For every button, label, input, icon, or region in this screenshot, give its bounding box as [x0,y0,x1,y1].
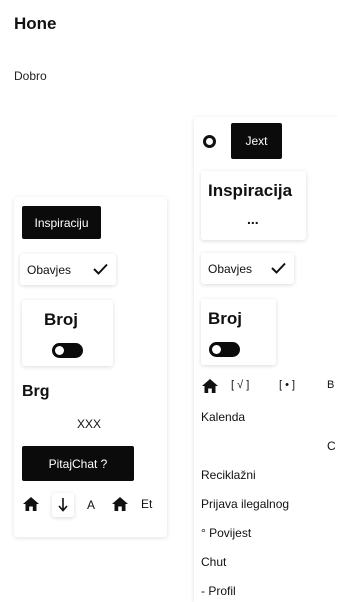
counter-toggle[interactable] [52,343,83,358]
next-button[interactable]: Jext [231,123,282,159]
section-title: Brg [22,383,50,400]
home-icon-secondary[interactable] [112,497,128,511]
menu-calendar[interactable]: Kalenda [201,410,245,424]
notifications-card[interactable]: Obavjes [20,254,116,285]
value-text: XXX [77,417,102,431]
down-arrow-icon [58,498,68,512]
greeting-text: Dobro [14,69,47,83]
notifications-card-right[interactable]: Obavjes [201,253,294,284]
right-panel: Jext Inspiracija ... Obavjes Broj [ √ ] … [194,117,338,602]
counter-title: Broj [44,310,78,329]
menu-profile[interactable]: - Profil [201,584,236,598]
counter-title-right: Broj [208,309,242,328]
nav-item-dot[interactable]: [ • ] [279,379,295,391]
home-icon-right[interactable] [202,379,218,393]
menu-c[interactable]: C [327,439,336,453]
nav-text-a[interactable]: A [87,498,95,512]
nav-item-check[interactable]: [ √ ] [231,379,249,391]
checkmark-icon-right [271,262,286,274]
down-arrow-button[interactable] [52,493,74,517]
menu-chat[interactable]: Chut [201,555,226,569]
counter-card: Broj [22,300,113,366]
notifications-label-right: Obavjes [208,262,253,276]
right-nav-row: [ √ ] [ • ] B [194,375,338,397]
nav-item-b[interactable]: B [327,379,334,391]
inspiration-card[interactable]: Inspiracija ... [201,171,306,240]
counter-toggle-right[interactable] [209,342,240,357]
nav-text-et[interactable]: Et [141,497,152,511]
menu-history[interactable]: ° Povijest [201,526,251,540]
bottom-nav: A Et [14,493,167,519]
inspiration-card-ellipsis: ... [247,211,259,227]
left-panel: Inspiraciju Obavjes Broj Brg XXX PitajCh… [14,197,167,537]
inspiration-button[interactable]: Inspiraciju [22,206,101,239]
page-title: Hone [14,14,57,33]
home-icon[interactable] [23,497,39,511]
checkmark-icon [93,263,108,275]
menu-report[interactable]: Prijava ilegalnog [201,497,289,511]
chat-button[interactable]: PitajChat ? [22,446,134,481]
radio-circle-icon[interactable] [203,135,216,148]
inspiration-card-title: Inspiracija [208,181,293,200]
menu-recycling[interactable]: Reciklažni [201,468,256,482]
counter-card-right: Broj [201,299,276,365]
notifications-label: Obavjes [27,263,72,277]
